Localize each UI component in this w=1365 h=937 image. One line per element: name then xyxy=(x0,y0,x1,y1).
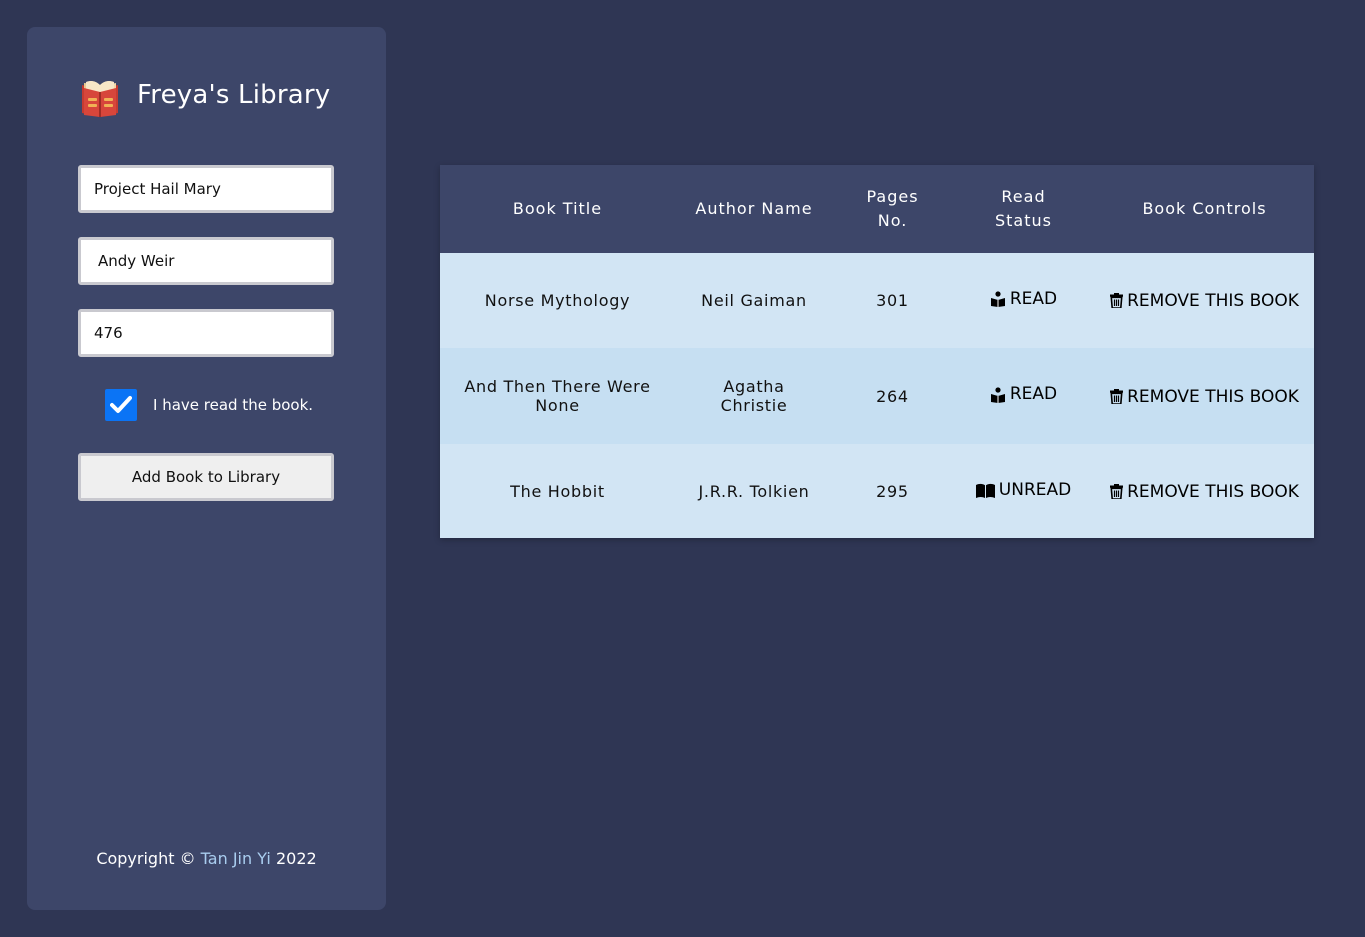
add-book-button[interactable]: Add Book to Library xyxy=(78,453,334,501)
book-icon xyxy=(82,81,118,117)
pages-cell: 301 xyxy=(833,253,952,348)
book-title-input[interactable] xyxy=(78,165,334,213)
status-label: READ xyxy=(1009,288,1058,309)
read-status-button[interactable]: UNREAD xyxy=(975,479,1072,500)
pages-cell: 264 xyxy=(833,348,952,444)
status-cell: UNREAD xyxy=(952,444,1095,538)
read-status-button[interactable]: READ xyxy=(990,288,1058,309)
remove-book-button[interactable]: REMOVE THIS BOOK xyxy=(1110,386,1299,407)
header-book-controls: Book Controls xyxy=(1095,165,1314,253)
header-author-name: Author Name xyxy=(675,165,833,253)
check-icon xyxy=(110,396,132,413)
book-title-cell: The Hobbit xyxy=(440,444,675,538)
controls-cell: REMOVE THIS BOOK xyxy=(1095,444,1314,538)
book-title-cell: And Then There Were None xyxy=(440,348,675,444)
brand: Freya's Library xyxy=(78,73,330,117)
author-cell: Neil Gaiman xyxy=(675,253,833,348)
remove-label: REMOVE THIS BOOK xyxy=(1127,481,1299,502)
status-cell: READ xyxy=(952,253,1095,348)
header-pages: Pages No. xyxy=(833,165,952,253)
trash-icon xyxy=(1110,388,1124,405)
table-row: And Then There Were None Agatha Christie… xyxy=(440,348,1314,444)
read-checkbox-label: I have read the book. xyxy=(153,396,314,414)
copyright-year: 2022 xyxy=(270,849,317,868)
author-link[interactable]: Tan Jin Yi xyxy=(201,849,271,868)
author-cell: Agatha Christie xyxy=(675,348,833,444)
pages-cell: 295 xyxy=(833,444,952,538)
remove-label: REMOVE THIS BOOK xyxy=(1127,291,1299,311)
header-read-status: Read Status xyxy=(952,165,1095,253)
author-name-input[interactable] xyxy=(78,237,334,285)
author-cell: J.R.R. Tolkien xyxy=(675,444,833,538)
controls-cell: REMOVE THIS BOOK xyxy=(1095,348,1314,444)
library-table: Book Title Author Name Pages No. Read St… xyxy=(440,165,1314,538)
copyright: Copyright © Tan Jin Yi 2022 xyxy=(27,849,386,868)
reading-person-icon xyxy=(990,291,1005,308)
status-cell: READ xyxy=(952,348,1095,444)
read-checkbox[interactable] xyxy=(105,389,137,421)
reading-person-icon xyxy=(990,387,1005,403)
book-title-cell: Norse Mythology xyxy=(440,253,675,348)
table-header-row: Book Title Author Name Pages No. Read St… xyxy=(440,165,1314,253)
app-title: Freya's Library xyxy=(137,80,331,110)
controls-cell: REMOVE THIS BOOK xyxy=(1095,253,1314,348)
status-label: READ xyxy=(1009,384,1058,405)
table-row: Norse Mythology Neil Gaiman 301 READ REM… xyxy=(440,253,1314,348)
table-row: The Hobbit J.R.R. Tolkien 295 UNREAD REM… xyxy=(440,444,1314,538)
read-status-button[interactable]: READ xyxy=(990,385,1057,404)
status-label: UNREAD xyxy=(998,479,1072,500)
remove-label: REMOVE THIS BOOK xyxy=(1127,386,1299,407)
header-book-title: Book Title xyxy=(440,165,675,253)
sidebar: Freya's Library I have read the book. Ad… xyxy=(27,27,386,910)
read-toggle-row: I have read the book. xyxy=(105,389,313,421)
remove-book-button[interactable]: REMOVE THIS BOOK xyxy=(1110,481,1299,502)
trash-icon xyxy=(1110,483,1124,500)
pages-input[interactable] xyxy=(78,309,334,357)
trash-icon xyxy=(1110,293,1124,309)
remove-book-button[interactable]: REMOVE THIS BOOK xyxy=(1110,291,1299,311)
copyright-prefix: Copyright © xyxy=(96,849,201,868)
open-book-icon xyxy=(975,483,995,498)
